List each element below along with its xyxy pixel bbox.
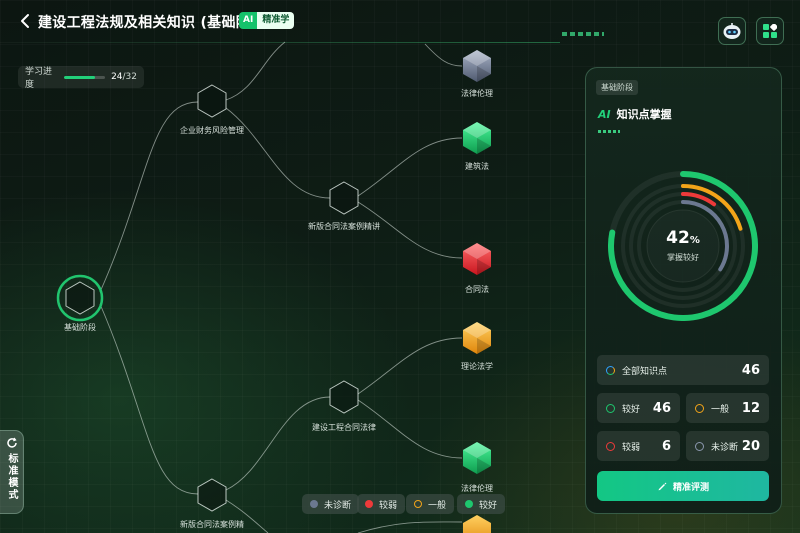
leaf-l4-label: 理论法学 bbox=[461, 362, 493, 371]
leaf-l3-gem[interactable] bbox=[463, 243, 491, 275]
leaf-l4-gem[interactable] bbox=[463, 322, 491, 354]
ai-logo-icon: AI bbox=[598, 107, 611, 121]
standard-mode-label: 标准模式 bbox=[6, 453, 17, 501]
normal-ring-icon bbox=[414, 500, 422, 508]
leaf-l1-gem[interactable] bbox=[463, 50, 491, 82]
all-points-card[interactable]: 全部知识点 46 bbox=[597, 355, 769, 385]
normal-ring-icon bbox=[695, 403, 704, 413]
node-n2-hex[interactable] bbox=[329, 181, 359, 215]
legend-weak: 较弱 bbox=[357, 494, 406, 514]
edge-n4-n3 bbox=[225, 396, 331, 491]
normal-stat-card[interactable]: 一般 12 bbox=[686, 393, 769, 423]
standard-mode-tab[interactable]: 标准模式 bbox=[0, 430, 24, 514]
weak-ring-icon bbox=[606, 441, 615, 451]
node-n4-label: 新版合同法案例精 bbox=[180, 520, 244, 529]
undiag-stat-card[interactable]: 未诊断 20 bbox=[686, 431, 769, 461]
good-ring-icon bbox=[606, 403, 615, 413]
legend-normal: 一般 bbox=[406, 494, 455, 514]
node-n2-label: 新版合同法案例精讲 bbox=[308, 222, 380, 231]
leaf-l5-gem[interactable] bbox=[463, 442, 491, 474]
edge-n4-l6 bbox=[357, 521, 463, 533]
app-grid-button[interactable] bbox=[756, 17, 784, 45]
mastery-title: AI 知识点掌握 bbox=[598, 107, 672, 122]
weak-dot-icon bbox=[365, 500, 373, 508]
edge-top-l1 bbox=[424, 43, 463, 67]
mastery-status: 掌握较好 bbox=[667, 253, 699, 262]
root-label: 基础阶段 bbox=[64, 323, 96, 332]
panel-decor-stripes bbox=[598, 130, 620, 133]
undiag-dot-icon bbox=[310, 500, 318, 508]
grid-icon bbox=[763, 24, 777, 38]
node-n3-label: 建设工程合同法律 bbox=[312, 423, 376, 432]
stage-tag: 基础阶段 bbox=[596, 80, 638, 95]
refresh-icon bbox=[6, 437, 17, 448]
precision-eval-button[interactable]: 精准评测 bbox=[597, 471, 769, 501]
node-n1-label: 企业财务风险管理 bbox=[180, 126, 244, 135]
multicolor-ring-icon bbox=[606, 365, 615, 375]
leaf-l6-gem[interactable] bbox=[463, 515, 491, 533]
leaf-l2-label: 建筑法 bbox=[465, 162, 489, 171]
good-stat-card[interactable]: 较好 46 bbox=[597, 393, 680, 423]
mastery-panel: 基础阶段 AI 知识点掌握 42% 掌握较好 全部知识点 46 较好 46 一般… bbox=[585, 67, 782, 514]
mastery-percent: 42% bbox=[666, 228, 700, 248]
legend-good: 较好 bbox=[457, 494, 506, 514]
undiag-ring-icon bbox=[695, 441, 704, 451]
node-n4-hex[interactable] bbox=[197, 478, 227, 512]
node-n1-hex[interactable] bbox=[197, 84, 227, 118]
node-n3-hex[interactable] bbox=[329, 380, 359, 414]
leaf-l1-label: 法律伦理 bbox=[461, 89, 493, 98]
robot-icon bbox=[723, 23, 741, 39]
good-dot-icon bbox=[465, 500, 473, 508]
root-node[interactable] bbox=[56, 274, 104, 322]
leaf-l2-gem[interactable] bbox=[463, 122, 491, 154]
knowledge-tree bbox=[56, 41, 491, 533]
leaf-l3-label: 合同法 bbox=[465, 285, 489, 294]
pen-icon bbox=[658, 482, 667, 491]
robot-assistant-button[interactable] bbox=[718, 17, 746, 45]
edge-n1-n2 bbox=[225, 107, 331, 199]
legend-undiag: 未诊断 bbox=[302, 494, 360, 514]
weak-stat-card[interactable]: 较弱 6 bbox=[597, 431, 680, 461]
edge-n1-up bbox=[225, 41, 286, 101]
